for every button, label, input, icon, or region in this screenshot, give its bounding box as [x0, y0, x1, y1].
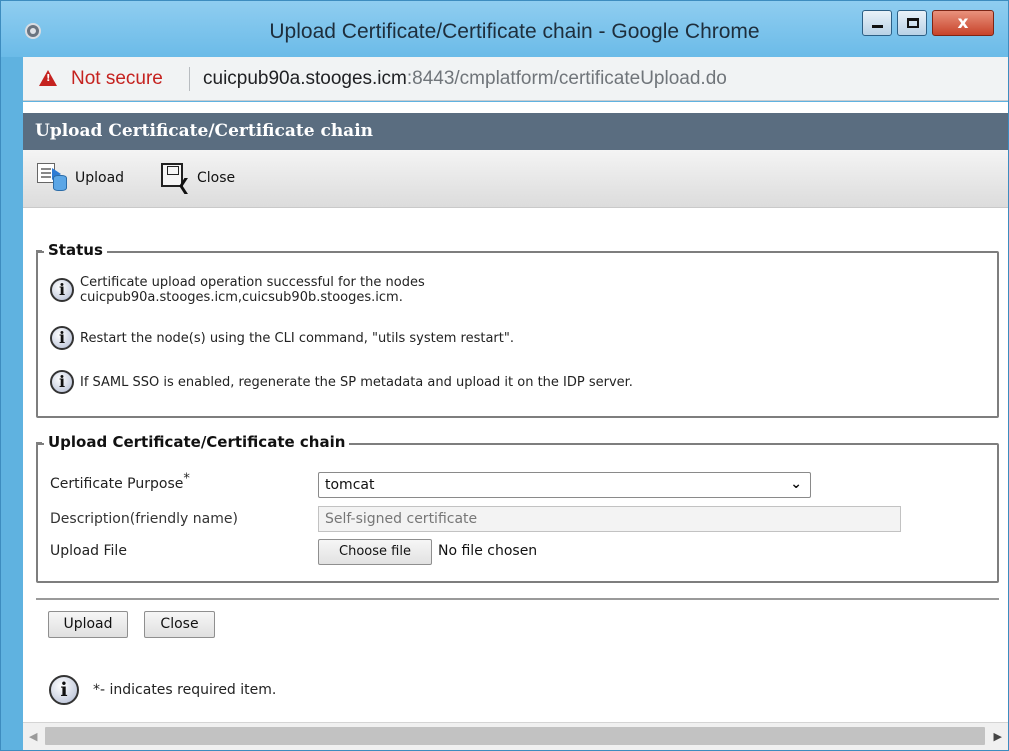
status-legend: Status [36, 241, 107, 259]
title-bar[interactable]: Upload Certificate/Certificate chain - G… [1, 1, 1008, 57]
toolbar-close-label: Close [197, 170, 236, 186]
window-close-button[interactable]: x [932, 10, 994, 36]
toolbar-close-button[interactable]: ❮ Close [159, 163, 235, 193]
status-message: i Certificate upload operation successfu… [50, 275, 425, 305]
required-note: i *- indicates required item. [49, 675, 276, 705]
warning-triangle-icon: ! [39, 70, 57, 86]
status-message: i If SAML SSO is enabled, regenerate the… [50, 370, 633, 394]
info-icon: i [49, 675, 79, 705]
status-message-line: cuicpub90a.stooges.icm,cuicsub90b.stooge… [80, 290, 403, 305]
page-header: Upload Certificate/Certificate chain [23, 113, 1008, 150]
scroll-right-icon[interactable]: ▶ [994, 730, 1002, 743]
address-separator [189, 67, 190, 91]
status-message-line: Restart the node(s) using the CLI comman… [80, 330, 514, 346]
upload-button[interactable]: Upload [48, 611, 128, 638]
url-path: :8443/cmplatform/certificateUpload.do [406, 68, 727, 89]
certificate-purpose-value: tomcat [325, 477, 375, 493]
status-message: i Restart the node(s) using the CLI comm… [50, 326, 514, 350]
toolbar: Upload ❮ Close [23, 150, 1008, 208]
certificate-purpose-select[interactable]: tomcat ⌄ [318, 472, 811, 498]
choose-file-button[interactable]: Choose file [318, 539, 432, 565]
description-field[interactable]: Self-signed certificate [318, 506, 901, 532]
info-icon: i [50, 278, 74, 302]
upload-certificate-group: Upload Certificate/Certificate chain Cer… [35, 433, 999, 583]
scroll-left-icon[interactable]: ◀ [29, 730, 37, 743]
file-status-text: No file chosen [438, 543, 538, 559]
required-mark: * [183, 471, 190, 487]
close-icon: x [957, 13, 969, 33]
browser-window: Upload Certificate/Certificate chain - G… [0, 0, 1009, 751]
required-note-text: *- indicates required item. [93, 682, 277, 698]
window-title: Upload Certificate/Certificate chain - G… [269, 20, 760, 43]
status-message-line: If SAML SSO is enabled, regenerate the S… [80, 374, 633, 390]
toolbar-upload-button[interactable]: Upload [37, 163, 124, 193]
minimize-button[interactable] [862, 10, 892, 36]
page-content: Upload Certificate/Certificate chain Upl… [23, 102, 1008, 722]
not-secure-label[interactable]: Not secure [71, 68, 163, 90]
chevron-down-icon: ⌄ [790, 476, 802, 492]
certificate-purpose-label: Certificate Purpose* [50, 471, 190, 492]
close-button[interactable]: Close [144, 611, 215, 638]
upload-file-label: Upload File [50, 543, 127, 559]
scrollbar-thumb[interactable] [45, 727, 985, 745]
page-title: Upload Certificate/Certificate chain [35, 121, 374, 141]
url-text[interactable]: cuicpub90a.stooges.icm:8443/cmplatform/c… [203, 68, 727, 90]
horizontal-scrollbar[interactable]: ◀ ▶ [23, 722, 1008, 750]
upload-icon [37, 163, 69, 193]
info-icon: i [50, 370, 74, 394]
minimize-icon [872, 25, 883, 28]
url-host: cuicpub90a.stooges.icm [203, 68, 407, 89]
toolbar-upload-label: Upload [75, 170, 125, 186]
upload-legend: Upload Certificate/Certificate chain [35, 433, 350, 451]
address-bar[interactable]: ! Not secure cuicpub90a.stooges.icm:8443… [23, 57, 1008, 101]
save-close-icon: ❮ [159, 163, 191, 193]
maximize-button[interactable] [897, 10, 927, 36]
divider [36, 598, 999, 600]
status-group: Status i Certificate upload operation su… [36, 241, 999, 418]
description-label: Description(friendly name) [50, 511, 238, 527]
status-message-line: Certificate upload operation successful … [80, 275, 425, 290]
info-icon: i [50, 326, 74, 350]
maximize-icon [907, 18, 919, 28]
